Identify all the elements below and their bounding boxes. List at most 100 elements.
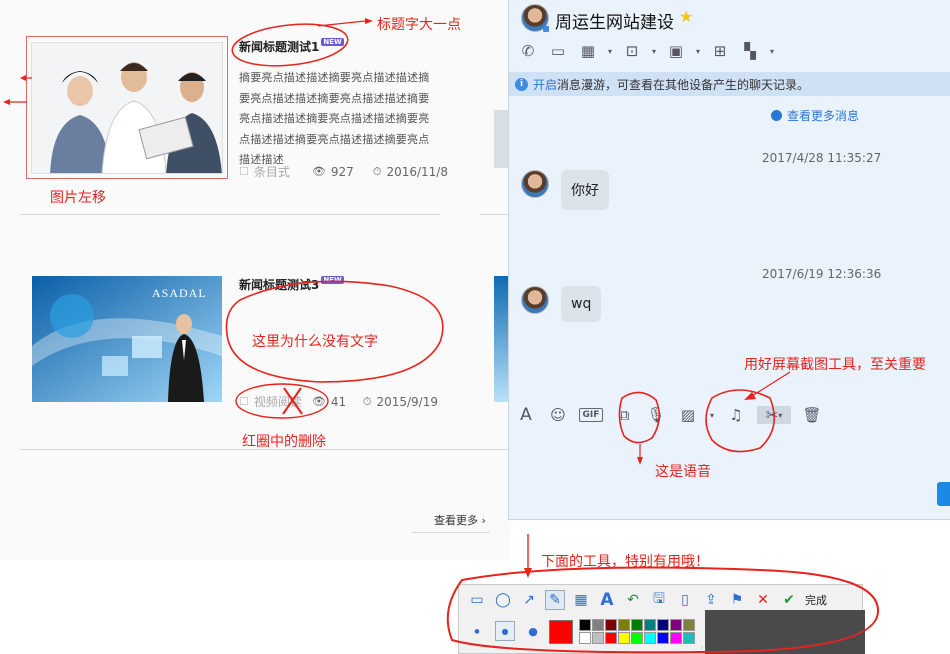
new-badge: NEW [321, 38, 344, 46]
color-swatch[interactable] [631, 619, 643, 631]
font-icon[interactable]: A [515, 405, 537, 425]
annotation-why-no-text: 这里为什么没有文字 [252, 334, 378, 350]
color-swatch[interactable] [605, 619, 617, 631]
scissors-icon[interactable]: ✂ ▾ [757, 406, 791, 424]
chat-input-toolbar: A ☺ GIF ⧉ 🎙 ▨ ▾ ♫ ✂ ▾ 🗑 [515, 405, 823, 425]
news-title-1[interactable]: 新闻标题测试1 NEW [239, 38, 344, 55]
news-meta-1: ☐ 条目式 👁 927 ⏱ 2016/11/8 [239, 164, 448, 180]
news-desc-1: 摘要亮点描述描述摘要亮点描述描述摘 要亮点描述描述摘要亮点描述描述摘要 亮点描述… [239, 71, 430, 166]
color-swatch[interactable] [579, 619, 591, 631]
image-icon[interactable]: ▨ [677, 406, 699, 424]
microphone-icon[interactable]: 🎙 [645, 406, 667, 424]
undo-icon[interactable]: ↶ [623, 590, 643, 610]
eye-icon: 👁 [311, 395, 326, 408]
gif-icon[interactable]: GIF [579, 408, 603, 422]
annotation-remove-circled: 红圈中的删除 [242, 434, 326, 450]
music-icon[interactable]: ♫ [725, 406, 747, 424]
message-bubble[interactable]: wq [561, 286, 602, 322]
selected-color-swatch[interactable] [549, 620, 573, 644]
news-divider-1 [20, 214, 440, 215]
emoji-icon[interactable]: ☺ [547, 406, 569, 424]
more-messages-link[interactable]: 查看更多消息 [771, 107, 859, 124]
news-meta-2: ☐ 视频阅读 👁 41 ⏱ 2015/9/19 [239, 394, 438, 410]
small-dot-icon[interactable]: ● [467, 621, 487, 641]
ellipse-icon[interactable]: ◯ [493, 590, 513, 610]
screen-share-icon[interactable]: ▦ [577, 42, 599, 60]
news-title-2[interactable]: 新闻标题测试3 NEW [239, 276, 344, 293]
message-avatar[interactable] [521, 286, 549, 314]
annotation-voice: 这是语音 [655, 464, 711, 480]
color-swatch[interactable] [683, 632, 695, 644]
large-dot-icon[interactable]: ● [523, 621, 543, 641]
color-swatch[interactable] [670, 619, 682, 631]
annotation-screenshot-tool: 用好屏幕截图工具，至关重要 [744, 357, 926, 373]
category-icon: ☐ [239, 395, 249, 408]
clock-icon: ⏱ [362, 394, 372, 408]
color-swatch[interactable] [631, 632, 643, 644]
dropdown-icon[interactable]: ▾ [769, 42, 775, 60]
news-thumbnail-1-border [26, 36, 228, 179]
news-thumbnail-2[interactable]: ASADAL [32, 276, 222, 402]
category-icon: ☐ [239, 165, 249, 178]
color-swatch[interactable] [670, 632, 682, 644]
medium-dot-icon[interactable]: ● [495, 621, 515, 641]
screenshot-toolbar-shadow-label: › [700, 642, 704, 653]
color-swatch[interactable] [657, 619, 669, 631]
text-icon[interactable]: A [597, 590, 617, 610]
chevron-right-icon: › [481, 514, 486, 527]
message-bubble[interactable]: 你好 [561, 170, 609, 210]
color-swatch[interactable] [579, 632, 591, 644]
enable-roaming-link[interactable]: 开启 [533, 76, 557, 93]
share-icon[interactable]: ⇪ [701, 590, 721, 610]
annotation-tools-useful: 下面的工具，特别有用哦！ [541, 554, 709, 570]
color-swatch[interactable] [683, 619, 695, 631]
rectangle-icon[interactable]: ▭ [467, 590, 487, 610]
color-swatch[interactable] [618, 632, 630, 644]
file-transfer-icon[interactable]: ⊡ [621, 42, 643, 60]
save-icon[interactable]: 🖫 [649, 590, 669, 610]
message-avatar[interactable] [521, 170, 549, 198]
color-swatch[interactable] [657, 632, 669, 644]
arrow-icon[interactable]: ↗ [519, 590, 539, 610]
clock-icon [771, 110, 782, 121]
dropdown-icon[interactable]: ▾ [607, 42, 613, 60]
roaming-info-bar: i 开启 消息漫游，可查看在其他设备产生的聊天记录。 [509, 72, 950, 96]
apps-grid-icon[interactable]: ▚ [739, 42, 761, 60]
info-icon: i [515, 77, 528, 91]
avatar [521, 170, 549, 198]
color-swatch[interactable] [592, 632, 604, 644]
color-swatch[interactable] [618, 619, 630, 631]
dropdown-icon[interactable]: ▾ [651, 42, 657, 60]
shake-window-icon[interactable]: ⧉ [613, 406, 635, 424]
view-more-link[interactable]: 查看更多 › [434, 512, 486, 528]
new-badge: NEW [321, 276, 344, 284]
close-icon[interactable]: ✕ [753, 590, 773, 610]
send-button-edge[interactable] [937, 482, 950, 506]
color-swatch[interactable] [605, 632, 617, 644]
screenshot-toolbar-shadow [705, 610, 865, 654]
pen-icon[interactable]: ✎ [545, 590, 565, 610]
eye-icon: 👁 [311, 165, 326, 178]
dropdown-icon[interactable]: ▾ [695, 42, 701, 60]
mosaic-icon[interactable]: ▦ [571, 590, 591, 610]
annotation-title-bigger: 标题字大一点 [377, 17, 461, 33]
video-call-icon[interactable]: ▭ [547, 42, 569, 60]
done-button[interactable]: 完成 [805, 592, 827, 608]
dropdown-icon[interactable]: ▾ [709, 406, 715, 424]
color-swatch[interactable] [644, 632, 656, 644]
color-swatch[interactable] [592, 619, 604, 631]
color-palette [579, 619, 695, 644]
checkmark-icon[interactable]: ✔ [779, 590, 799, 610]
delete-icon[interactable]: 🗑 [801, 406, 823, 424]
add-contact-icon[interactable]: ⊞ [709, 42, 731, 60]
annotation-image-left: 图片左移 [50, 190, 106, 206]
bookmark-icon[interactable]: ⚑ [727, 590, 747, 610]
copy-icon[interactable]: ▯ [675, 590, 695, 610]
message-timestamp: 2017/6/19 12:36:36 [762, 267, 882, 281]
star-icon[interactable]: ★ [679, 7, 693, 26]
remote-desktop-icon[interactable]: ▣ [665, 42, 687, 60]
online-status-icon [543, 26, 549, 32]
color-swatch[interactable] [644, 619, 656, 631]
message-timestamp: 2017/4/28 11:35:27 [762, 151, 882, 165]
phone-icon[interactable]: ✆ [517, 42, 539, 60]
